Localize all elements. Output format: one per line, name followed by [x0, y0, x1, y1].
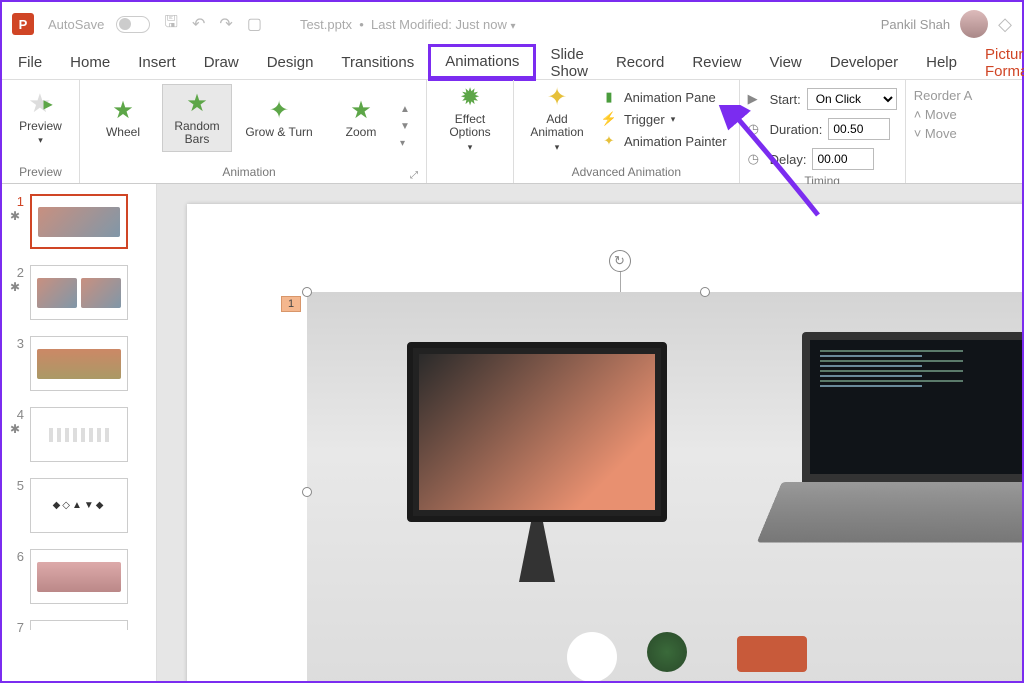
star-icon: ★: [350, 96, 372, 124]
thumb-2[interactable]: 2✱: [10, 265, 148, 320]
gallery-expand-icon[interactable]: ▾: [400, 138, 418, 149]
present-icon[interactable]: ▢: [247, 14, 262, 34]
anim-zoom[interactable]: ★ Zoom: [326, 84, 396, 152]
workspace: 1✱ 2✱ 3 4✱ 5 ◆◇▲▼◆ 6 7: [2, 184, 1022, 681]
group-animation: ★ Wheel ★ Random Bars ✦ Grow & Turn ★ Zo…: [80, 80, 427, 183]
tab-slideshow[interactable]: Slide Show: [536, 40, 602, 86]
powerpoint-icon: P: [12, 13, 34, 35]
star-rotate-icon: ✦: [269, 96, 289, 124]
animation-painter-button[interactable]: ✦Animation Painter: [596, 132, 731, 150]
gallery-scroll[interactable]: ▲ ▼ ▾: [400, 104, 418, 149]
thumb-5[interactable]: 5 ◆◇▲▼◆: [10, 478, 148, 533]
tab-draw[interactable]: Draw: [190, 48, 253, 77]
tab-developer[interactable]: Developer: [816, 48, 912, 77]
resize-handle-icon[interactable]: [302, 487, 312, 497]
group-effect-options: ✹ Effect Options▾: [427, 80, 514, 183]
tab-insert[interactable]: Insert: [124, 48, 190, 77]
move-later-button: ˅ Move: [914, 126, 973, 141]
effect-options-icon: ✹: [460, 83, 480, 111]
animation-dialog-launcher-icon[interactable]: ⤢: [410, 170, 418, 181]
tab-picture-format[interactable]: Picture Format: [971, 40, 1024, 86]
animation-indicator-icon: ✱: [10, 209, 24, 223]
add-animation-button[interactable]: ✦ Add Animation▾: [522, 84, 592, 152]
autosave-label: AutoSave: [48, 17, 104, 32]
chevron-down-icon: ˅: [914, 126, 922, 141]
star-icon: ★: [112, 96, 134, 124]
tab-review[interactable]: Review: [678, 48, 755, 77]
selected-image[interactable]: [307, 292, 1022, 681]
group-advanced-animation: ✦ Add Animation▾ ▮Animation Pane ⚡Trigge…: [514, 80, 740, 183]
animation-order-tag[interactable]: 1: [281, 296, 301, 312]
add-animation-icon: ✦: [547, 83, 567, 111]
resize-handle-icon[interactable]: [700, 287, 710, 297]
chevron-up-icon: ˄: [914, 107, 922, 122]
tab-record[interactable]: Record: [602, 48, 678, 77]
title-bar: P AutoSave 🖫 ↶ ↷ ▢ Test.pptx • Last Modi…: [2, 2, 1022, 46]
ribbon: ★▶ Preview▾ Preview ★ Wheel ★ Random Bar…: [2, 80, 1022, 184]
resize-handle-icon[interactable]: [302, 287, 312, 297]
reorder-title: Reorder A: [914, 88, 973, 103]
tab-home[interactable]: Home: [56, 48, 124, 77]
move-earlier-button: ˄ Move: [914, 107, 973, 122]
anim-wheel[interactable]: ★ Wheel: [88, 84, 158, 152]
thumb-7[interactable]: 7: [10, 620, 148, 635]
lightning-icon: ⚡: [600, 111, 618, 127]
slide-canvas[interactable]: 1: [157, 184, 1022, 681]
star-icon: ★: [186, 90, 208, 118]
thumb-1[interactable]: 1✱: [10, 194, 148, 249]
image-content: [307, 292, 1022, 681]
tab-animations[interactable]: Animations: [428, 44, 536, 81]
undo-icon[interactable]: ↶: [192, 14, 205, 34]
document-title: Test.pptx • Last Modified: Just now ▾: [300, 17, 873, 32]
chevron-up-icon[interactable]: ▲: [400, 104, 418, 115]
save-icon[interactable]: 🖫: [164, 11, 178, 38]
thumb-3[interactable]: 3: [10, 336, 148, 391]
slide: 1: [187, 204, 1022, 681]
animation-pane-button[interactable]: ▮Animation Pane: [596, 88, 731, 106]
thumb-6[interactable]: 6: [10, 549, 148, 604]
tab-view[interactable]: View: [756, 48, 816, 77]
tab-file[interactable]: File: [4, 48, 56, 77]
autosave-toggle[interactable]: [116, 16, 150, 33]
effect-options-button[interactable]: ✹ Effect Options▾: [435, 84, 505, 152]
user-avatar-icon[interactable]: [960, 10, 988, 38]
anim-random-bars[interactable]: ★ Random Bars: [162, 84, 232, 152]
rotation-handle-icon[interactable]: [609, 250, 631, 272]
animation-indicator-icon: ✱: [10, 280, 24, 294]
painter-icon: ✦: [600, 133, 618, 149]
animation-indicator-icon: ✱: [10, 422, 24, 436]
tab-design[interactable]: Design: [253, 48, 328, 77]
anim-grow-turn[interactable]: ✦ Grow & Turn: [236, 84, 322, 152]
diamond-icon[interactable]: ◇: [998, 14, 1012, 35]
user-name[interactable]: Pankil Shah: [881, 17, 950, 32]
group-preview: ★▶ Preview▾ Preview: [2, 80, 80, 183]
chevron-down-icon[interactable]: ▼: [400, 121, 418, 132]
ribbon-tabs: File Home Insert Draw Design Transitions…: [2, 46, 1022, 80]
thumb-4[interactable]: 4✱: [10, 407, 148, 462]
preview-button[interactable]: ★▶ Preview▾: [6, 84, 76, 152]
slide-thumbnails: 1✱ 2✱ 3 4✱ 5 ◆◇▲▼◆ 6 7: [2, 184, 157, 681]
annotation-arrow-icon: [718, 105, 838, 225]
redo-icon[interactable]: ↷: [219, 14, 232, 34]
tab-help[interactable]: Help: [912, 48, 971, 77]
tab-transitions[interactable]: Transitions: [327, 48, 428, 77]
pane-icon: ▮: [600, 89, 618, 105]
group-reorder: Reorder A ˄ Move ˅ Move: [906, 80, 981, 183]
trigger-button[interactable]: ⚡Trigger ▾: [596, 110, 731, 128]
